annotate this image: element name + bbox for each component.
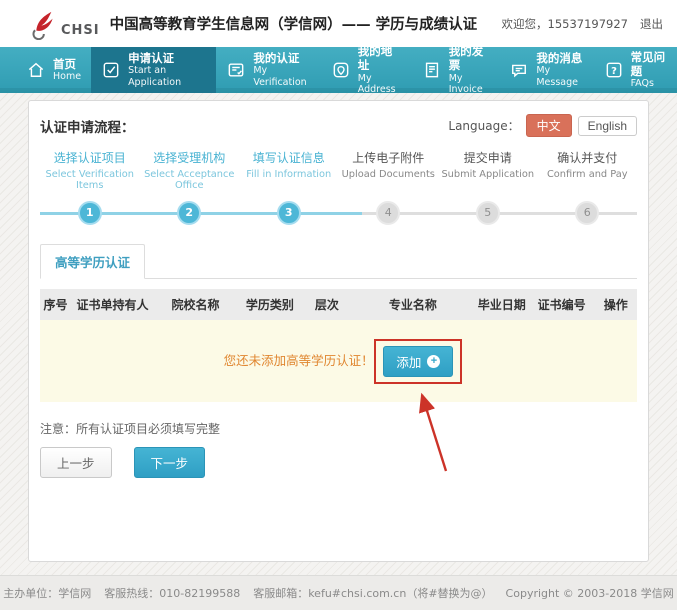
step-circle-4: 4 [376, 201, 400, 225]
col-层次: 层次 [303, 289, 351, 320]
home-icon [26, 60, 46, 80]
nav-item-faqs[interactable]: ? 常见问题FAQs [594, 47, 677, 93]
faq-icon: ? [604, 60, 624, 80]
note-text: 注意：所有认证项目必须填写完整 [40, 420, 637, 437]
col-证书单持有人: 证书单持有人 [71, 289, 154, 320]
step-circle-5: 5 [476, 201, 500, 225]
verification-items-table: 序号 证书单持有人 院校名称 学历类别 层次 专业名称 毕业日期 证书编号 操作… [40, 289, 637, 402]
footer-sponsor: 主办单位：学信网 [3, 585, 91, 601]
invoice-icon [422, 60, 442, 80]
top-header: CHSI 中国高等教育学生信息网（学信网）—— 学历与成绩认证 欢迎您，1553… [0, 0, 677, 47]
tab-higher-education-verification[interactable]: 高等学历认证 [40, 244, 145, 279]
step-label: 填写认证信息 [239, 149, 339, 166]
footer-hotline: 客服热线：010-82199588 [104, 585, 240, 601]
previous-step-button[interactable]: 上一步 [40, 447, 112, 478]
message-icon [509, 60, 529, 80]
col-证书编号: 证书编号 [529, 289, 595, 320]
step-circle-6: 6 [575, 201, 599, 225]
chsi-bird-icon [28, 8, 58, 40]
col-毕业日期: 毕业日期 [475, 289, 529, 320]
step-circle-3: 3 [277, 201, 301, 225]
step-circle-1: 1 [78, 201, 102, 225]
col-院校名称: 院校名称 [154, 289, 237, 320]
chsi-logo-text: CHSI [61, 23, 100, 38]
application-icon [101, 60, 121, 80]
plus-circle-icon: + [427, 355, 440, 368]
nav-item-start-application[interactable]: 申请认证Start an Application [91, 47, 216, 93]
address-icon [331, 60, 351, 80]
tab-bar: 高等学历认证 [40, 244, 637, 279]
footer-email: 客服邮箱：kefu#chsi.com.cn（将#替换为@） [253, 585, 492, 601]
page-footer: 主办单位：学信网 客服热线：010-82199588 客服邮箱：kefu#chs… [0, 575, 677, 610]
step-label: 选择受理机构 [140, 149, 240, 166]
language-zh-button[interactable]: 中文 [526, 114, 572, 137]
language-en-button[interactable]: English [578, 116, 637, 136]
col-专业名称: 专业名称 [351, 289, 475, 320]
step-circle-2: 2 [177, 201, 201, 225]
step-label: 提交申请 [438, 149, 538, 166]
step-label: 确认并支付 [538, 149, 638, 166]
application-flow-card: 认证申请流程： Language： 中文 English 选择认证项目Selec… [28, 100, 649, 562]
nav-item-home[interactable]: 首页Home [16, 47, 91, 93]
step-label: 上传电子附件 [339, 149, 439, 166]
col-序号: 序号 [40, 289, 71, 320]
col-学历类别: 学历类别 [237, 289, 303, 320]
empty-state-row: 您还未添加高等学历认证！ 添加 + [40, 320, 637, 402]
nav-item-my-message[interactable]: 我的消息My Message [499, 47, 593, 93]
site-title: 中国高等教育学生信息网（学信网）—— 学历与成绩认证 [110, 13, 478, 34]
col-操作: 操作 [594, 289, 637, 320]
footer-copyright: Copyright © 2003-2018 学信网 [506, 585, 674, 601]
nav-item-my-verification[interactable]: 我的认证My Verification [216, 47, 320, 93]
svg-text:?: ? [611, 66, 617, 77]
next-step-button[interactable]: 下一步 [134, 447, 206, 478]
language-label: Language： [448, 117, 519, 134]
main-nav: 首页Home 申请认证Start an Application 我的认证My V… [0, 47, 677, 93]
welcome-text: 欢迎您，15537197927 [502, 16, 628, 32]
chsi-logo: CHSI [28, 8, 100, 40]
progress-steps: 选择认证项目Select Verification Items 选择受理机构Se… [40, 149, 637, 227]
verification-icon [226, 60, 246, 80]
add-button[interactable]: 添加 + [383, 346, 453, 377]
step-label: 选择认证项目 [40, 149, 140, 166]
flow-title: 认证申请流程： [40, 116, 135, 136]
nav-item-my-invoice[interactable]: 我的发票My Invoice [412, 47, 500, 93]
logout-link[interactable]: 退出 [640, 16, 663, 32]
empty-state-text: 您还未添加高等学历认证！ [224, 353, 374, 368]
nav-item-my-address[interactable]: 我的地址My Address [321, 47, 412, 93]
table-header-row: 序号 证书单持有人 院校名称 学历类别 层次 专业名称 毕业日期 证书编号 操作 [40, 289, 637, 320]
